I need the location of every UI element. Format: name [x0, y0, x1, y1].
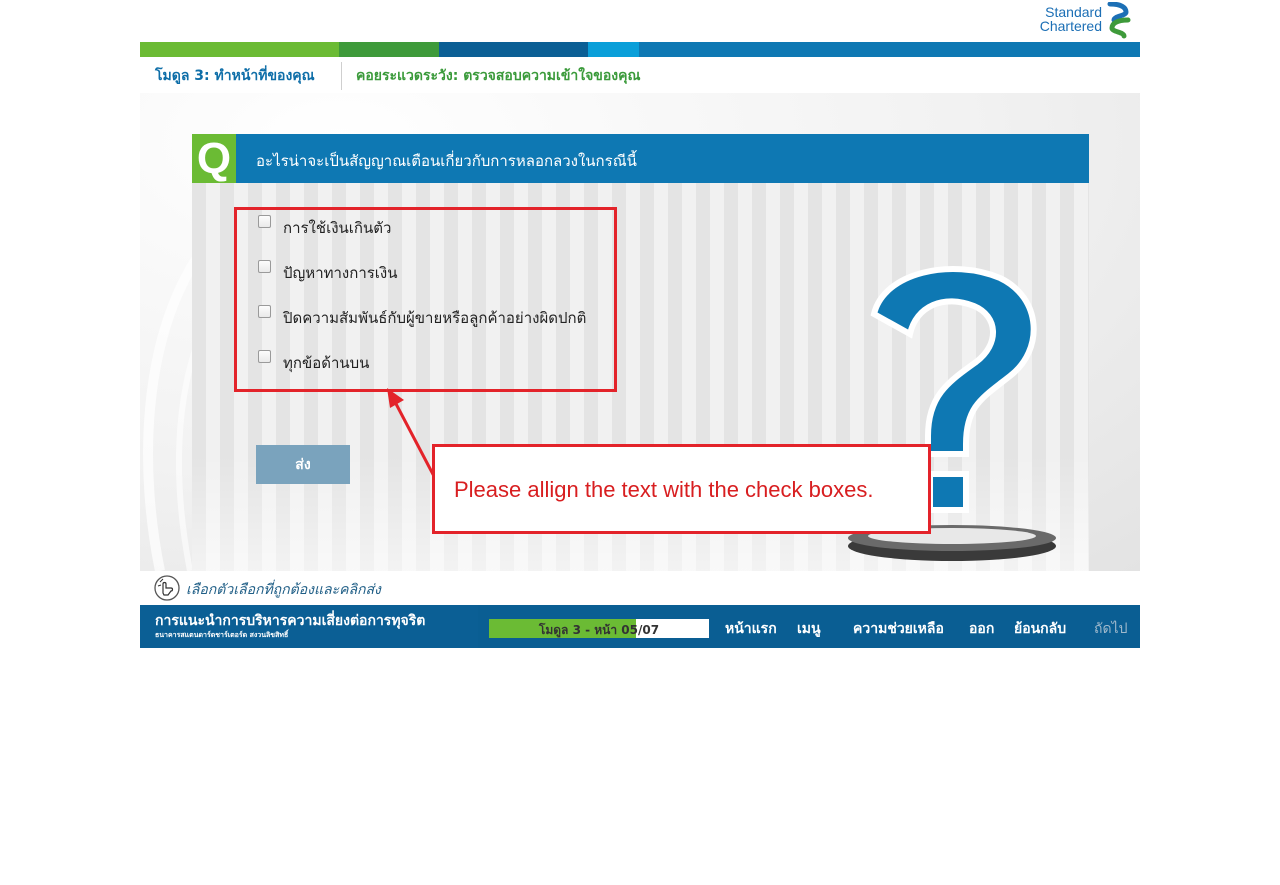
- nav-next[interactable]: ถัดไป: [1094, 618, 1128, 640]
- title-bar: โมดูล 3: ทำหน้าที่ของคุณ คอยระแวดระวัง: …: [140, 57, 1140, 93]
- nav-home[interactable]: หน้าแรก: [725, 618, 777, 640]
- footer-bar: การแนะนำการบริหารความเสี่ยงต่อการทุจริต …: [140, 605, 1140, 648]
- stripe-segment: [140, 42, 339, 57]
- nav-exit[interactable]: ออก: [969, 618, 994, 640]
- course-title-block: การแนะนำการบริหารความเสี่ยงต่อการทุจริต …: [140, 605, 478, 648]
- title-divider: [341, 62, 342, 90]
- submit-button[interactable]: ส่ง: [256, 445, 350, 484]
- stripe-segment: [439, 42, 588, 57]
- annotation-highlight-box: [234, 207, 617, 392]
- progress-bar: โมดูล 3 - หน้า 05/07: [489, 619, 709, 638]
- logo-wordmark: Standard Chartered: [1030, 5, 1102, 33]
- stripe-segment: [639, 42, 1140, 57]
- standard-chartered-logo: Standard Chartered: [1030, 2, 1134, 40]
- pointer-hand-icon: [154, 575, 180, 601]
- progress-label: โมดูล 3 - หน้า 05/07: [538, 623, 660, 637]
- annotation-callout: Please allign the text with the check bo…: [432, 444, 931, 534]
- stripe-segment: [339, 42, 439, 57]
- stripe-segment: [588, 42, 639, 57]
- module-title: โมดูล 3: ทำหน้าที่ของคุณ: [155, 68, 315, 84]
- logo-line-2: Chartered: [1039, 18, 1102, 34]
- hint-text: เลือกตัวเลือกที่ถูกต้องและคลิกส่ง: [186, 582, 381, 598]
- course-subtitle: ธนาคารสแตนดาร์ดชาร์เตอร์ด สงวนลิขสิทธิ์: [155, 631, 289, 639]
- question-badge: Q: [192, 134, 236, 183]
- question-text: อะไรน่าจะเป็นสัญญาณเตือนเกี่ยวกับการหลอก…: [256, 152, 637, 170]
- question-header: Q อะไรน่าจะเป็นสัญญาณเตือนเกี่ยวกับการหล…: [192, 134, 1089, 183]
- nav-back[interactable]: ย้อนกลับ: [1014, 618, 1066, 640]
- nav-help[interactable]: ความช่วยเหลือ: [853, 618, 944, 640]
- annotation-text: Please allign the text with the check bo…: [454, 477, 874, 502]
- logo-mark-icon: [1107, 2, 1131, 39]
- course-title: การแนะนำการบริหารความเสี่ยงต่อการทุจริต: [155, 613, 426, 629]
- logo-line-1: Standard: [1045, 4, 1102, 20]
- instruction-hint: เลือกตัวเลือกที่ถูกต้องและคลิกส่ง: [140, 573, 1140, 603]
- section-title: คอยระแวดระวัง: ตรวจสอบความเข้าใจของคุณ: [356, 68, 641, 84]
- brand-stripe: [140, 42, 1140, 57]
- nav-menu[interactable]: เมนู: [797, 618, 821, 640]
